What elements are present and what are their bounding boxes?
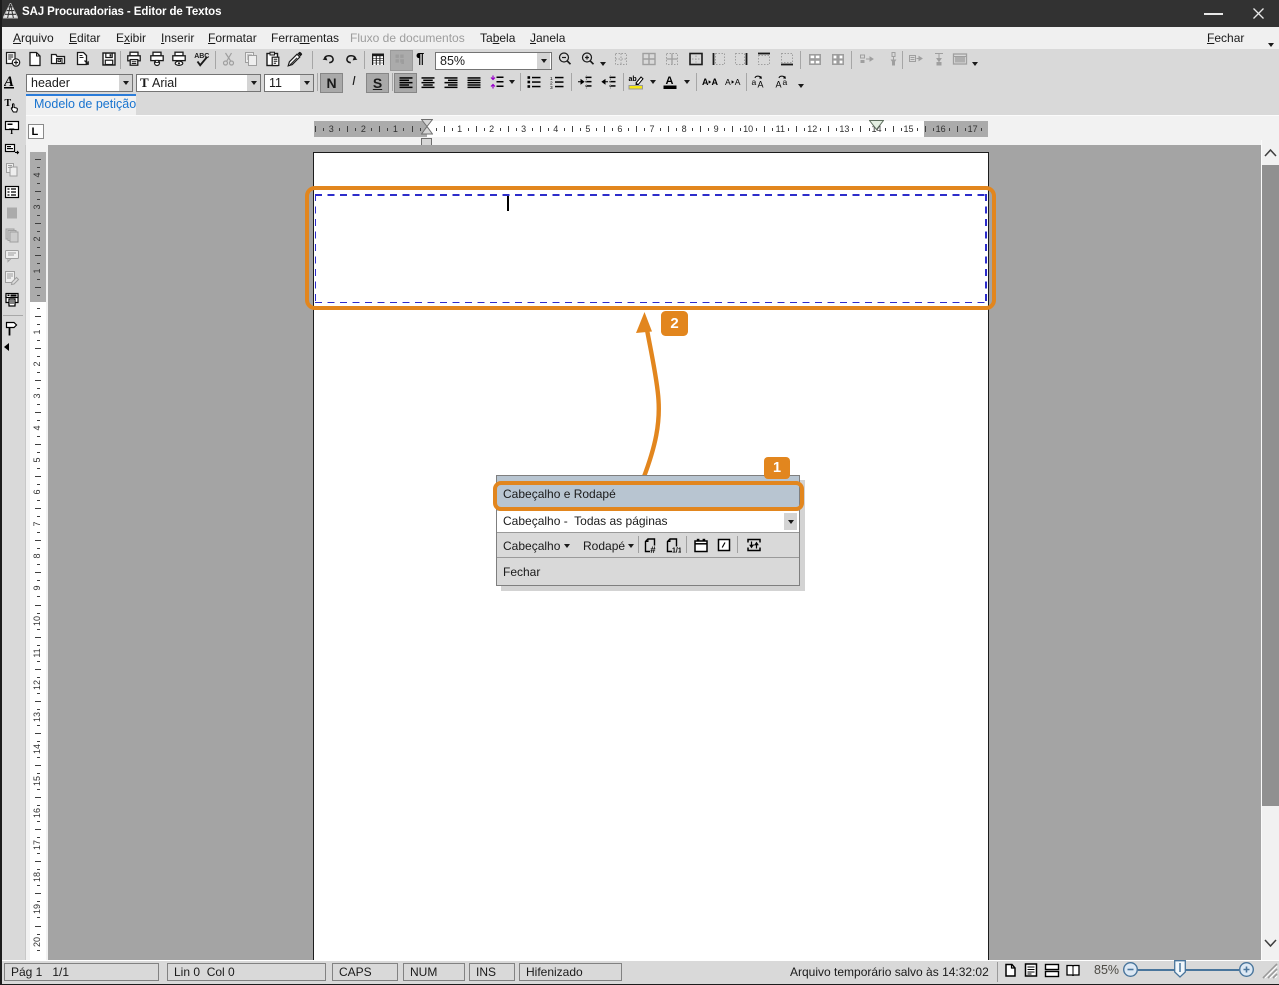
svg-text:a: a	[752, 77, 757, 87]
svg-text:1/1: 1/1	[672, 548, 681, 554]
svg-text:T: T	[9, 127, 15, 135]
svg-text:A: A	[702, 77, 709, 87]
svg-text:#: #	[650, 545, 656, 553]
svg-text:A: A	[735, 77, 741, 87]
svg-text:A: A	[666, 75, 674, 87]
svg-text:3: 3	[550, 85, 553, 90]
svg-text:ab: ab	[629, 76, 637, 83]
svg-text:A: A	[758, 79, 764, 89]
svg-text:A: A	[4, 74, 14, 90]
svg-text:A: A	[712, 77, 719, 87]
svg-text:ABC: ABC	[194, 53, 209, 60]
svg-text:A: A	[725, 77, 731, 87]
svg-text:A: A	[776, 79, 782, 89]
svg-text:a: a	[783, 77, 788, 87]
svg-text:T: T	[5, 98, 12, 109]
